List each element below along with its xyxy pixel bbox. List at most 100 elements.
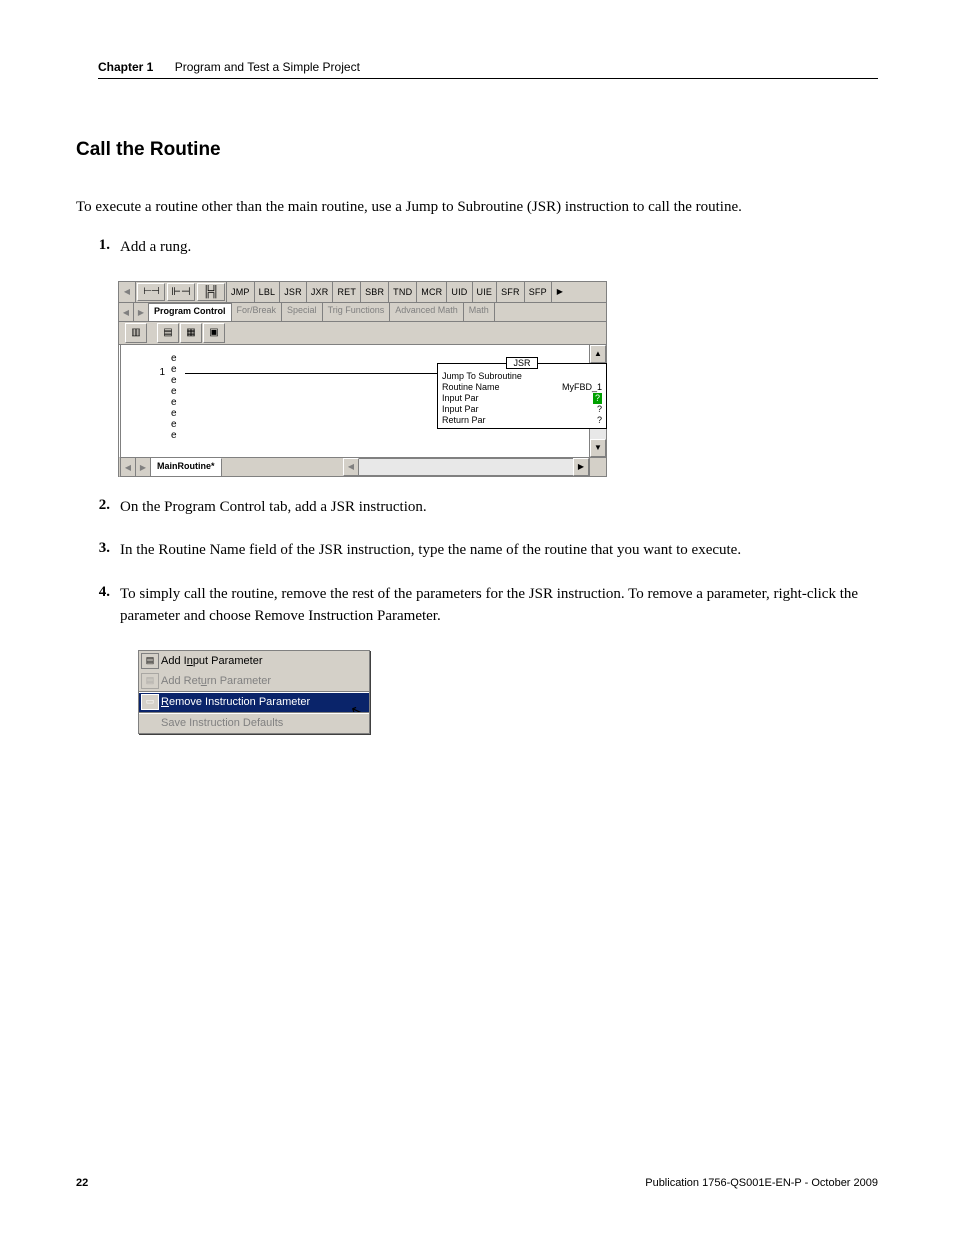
tool-icon: ▥ — [131, 327, 140, 338]
chapter-title: Program and Test a Simple Project — [175, 60, 360, 74]
list-item: 1. Add a rung. — [76, 237, 878, 259]
step-text: On the Program Control tab, add a JSR in… — [120, 497, 878, 519]
menu-item-label: Remove Instruction Parameter — [161, 696, 361, 708]
menu-item-save-defaults: Save Instruction Defaults — [139, 712, 369, 733]
instruction-button[interactable]: JMP — [226, 282, 254, 302]
step-number: 3. — [76, 540, 120, 562]
jsr-param-value: ? — [597, 415, 602, 426]
step-list-continued: 2. On the Program Control tab, add a JSR… — [76, 497, 878, 628]
jsr-param-label: Input Par — [442, 393, 479, 404]
jsr-param-value: ? — [593, 393, 602, 404]
instruction-button[interactable]: SFP — [524, 282, 551, 302]
chevron-right-icon — [557, 286, 563, 297]
publication-id: Publication 1756-QS001E-EN-P - October 2… — [645, 1177, 878, 1189]
chevron-left-icon — [124, 286, 130, 297]
jsr-routine-value: MyFBD_1 — [562, 382, 602, 393]
tool-icon: ▣ — [209, 327, 218, 338]
rung-tool-button[interactable]: ⊢⊣ — [137, 283, 165, 301]
tab-advanced-math[interactable]: Advanced Math — [390, 303, 464, 321]
step-list: 1. Add a rung. — [76, 237, 878, 259]
menu-item-remove-param[interactable]: ▭ Remove Instruction Parameter ↖ — [139, 691, 369, 712]
scroll-down-button[interactable] — [590, 439, 606, 457]
menu-item-add-return: ▤ Add Return Parameter — [139, 671, 369, 691]
mini-tool-button-3[interactable]: ▦ — [180, 323, 202, 343]
scroll-left-button[interactable] — [119, 282, 136, 302]
instruction-button[interactable]: JSR — [279, 282, 306, 302]
menu-item-add-input[interactable]: ▤ Add Input Parameter — [139, 651, 369, 671]
document-page: Chapter 1 Program and Test a Simple Proj… — [0, 0, 954, 1235]
routine-tab-label: MainRoutine* — [157, 461, 215, 471]
routine-tab[interactable]: MainRoutine* — [151, 458, 222, 476]
edit-marks: e e e e e e e e — [171, 345, 185, 457]
rung-canvas[interactable]: JSR Jump To Subroutine Routine Name MyFB… — [185, 345, 589, 457]
tab-math[interactable]: Math — [464, 303, 495, 321]
tab-program-control[interactable]: Program Control — [149, 303, 232, 321]
rung-icon: ⊢⊣ — [143, 286, 158, 297]
routine-scroll-right[interactable] — [136, 458, 151, 476]
instruction-button[interactable]: SBR — [360, 282, 388, 302]
tab-trig-functions[interactable]: Trig Functions — [323, 303, 391, 321]
chevron-left-icon — [348, 462, 354, 471]
routine-tab-bar: MainRoutine* — [118, 458, 607, 477]
tab-scroll-left-button[interactable] — [119, 303, 134, 321]
jsr-param-label: Return Par — [442, 415, 486, 426]
chevron-right-icon — [138, 307, 144, 317]
horizontal-scrollbar[interactable] — [343, 458, 589, 476]
jsr-title: JSR — [506, 357, 538, 369]
context-menu-screenshot: ▤ Add Input Parameter ▤ Add Return Param… — [138, 650, 878, 734]
hscroll-left-button[interactable] — [343, 458, 359, 476]
tab-special[interactable]: Special — [282, 303, 323, 321]
tab-label: Trig Functions — [328, 305, 385, 315]
intro-paragraph: To execute a routine other than the main… — [76, 197, 878, 219]
remove-param-icon: ▭ — [139, 694, 161, 710]
step-number: 2. — [76, 497, 120, 519]
tab-label: For/Break — [237, 305, 277, 315]
step-number: 4. — [76, 584, 120, 628]
list-item: 4. To simply call the routine, remove th… — [76, 584, 878, 628]
hscroll-track[interactable] — [359, 458, 573, 476]
hscroll-right-button[interactable] — [573, 458, 589, 476]
mini-tool-button-2[interactable]: ▤ — [157, 323, 179, 343]
mini-tool-button-4[interactable]: ▣ — [203, 323, 225, 343]
tool-icon: ▦ — [186, 327, 195, 338]
instruction-button[interactable]: SFR — [496, 282, 524, 302]
rung-wire — [185, 373, 445, 374]
mini-tool-button-1[interactable]: ▥ — [125, 323, 147, 343]
instruction-button[interactable]: LBL — [254, 282, 280, 302]
jsr-param-row[interactable]: Input Par ? — [442, 393, 602, 404]
jsr-body: Jump To Subroutine Routine Name MyFBD_1 … — [437, 363, 607, 429]
tab-label: Math — [469, 305, 489, 315]
page-number: 22 — [76, 1177, 88, 1189]
category-tabs: Program Control For/Break Special Trig F… — [118, 303, 607, 322]
routine-scroll-left[interactable] — [121, 458, 136, 476]
step-text: In the Routine Name field of the JSR ins… — [120, 540, 878, 562]
jsr-param-row[interactable]: Input Par ? — [442, 404, 602, 415]
menu-item-label: Add Return Parameter — [161, 675, 361, 687]
instruction-button[interactable]: MCR — [416, 282, 446, 302]
instruction-button[interactable]: TND — [388, 282, 416, 302]
jsr-param-label: Input Par — [442, 404, 479, 415]
list-item: 2. On the Program Control tab, add a JSR… — [76, 497, 878, 519]
tab-label: Program Control — [154, 306, 226, 316]
tool-icon: ▤ — [163, 327, 172, 338]
tab-scroll-right-button[interactable] — [134, 303, 149, 321]
step-text: Add a rung. — [120, 237, 878, 259]
step-number: 1. — [76, 237, 120, 259]
instruction-button[interactable]: UID — [446, 282, 471, 302]
branch-level-tool-button[interactable]: ╠╣ — [197, 283, 225, 301]
instruction-button[interactable]: UIE — [472, 282, 497, 302]
jsr-instruction-block[interactable]: JSR Jump To Subroutine Routine Name MyFB… — [437, 351, 607, 429]
instruction-toolbar: ⊢⊣ ⊩⊣ ╠╣ JMP LBL JSR JXR RET SBR TND MCR… — [118, 281, 607, 303]
scroll-right-button[interactable] — [551, 282, 568, 302]
branch-tool-button[interactable]: ⊩⊣ — [167, 283, 195, 301]
instruction-button[interactable]: RET — [332, 282, 360, 302]
instruction-button[interactable]: JXR — [306, 282, 333, 302]
ladder-canvas[interactable]: 1 e e e e e e e e JSR Jump To Subroutine… — [118, 345, 607, 458]
jsr-param-row[interactable]: Return Par ? — [442, 415, 602, 426]
tab-for-break[interactable]: For/Break — [232, 303, 283, 321]
step-text: To simply call the routine, remove the r… — [120, 584, 878, 628]
jsr-routine-row[interactable]: Routine Name MyFBD_1 — [442, 382, 602, 393]
menu-item-label: Add Input Parameter — [161, 655, 361, 667]
running-header: Chapter 1 Program and Test a Simple Proj… — [98, 60, 878, 79]
chevron-right-icon — [140, 462, 146, 472]
